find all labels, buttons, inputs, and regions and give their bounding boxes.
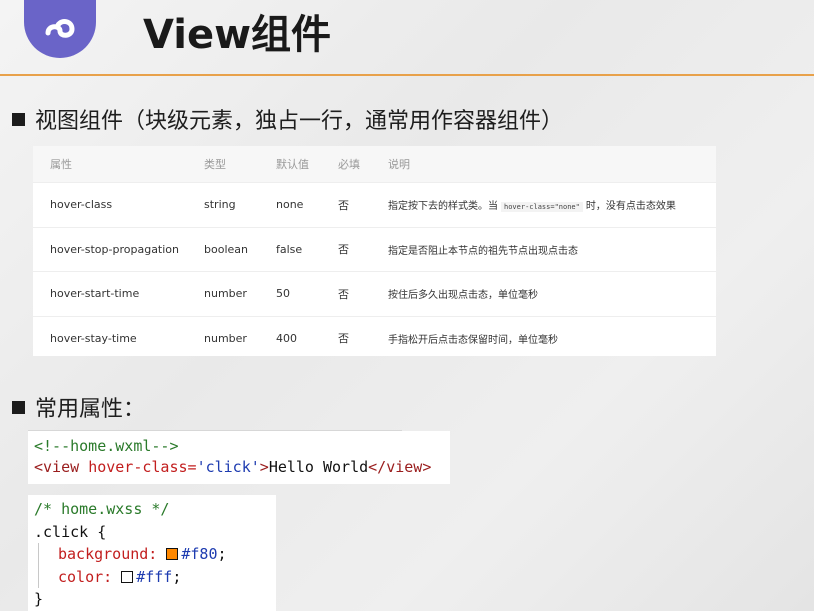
- cell-type: number: [204, 331, 247, 345]
- code-end-tag: </view>: [368, 458, 432, 476]
- cell-required: 否: [338, 243, 349, 257]
- code-open-tag: <view: [34, 458, 80, 476]
- cell-required: 否: [338, 287, 349, 301]
- cell-required: 否: [338, 198, 349, 212]
- cell-type: string: [204, 198, 236, 212]
- header-cell: 必填: [338, 158, 360, 171]
- table-row: hover-stop-propagation boolean false 否 指…: [33, 226, 716, 272]
- cell-desc-post: 时，没有点击态效果: [585, 201, 676, 213]
- table-row: hover-start-time number 50 否 按住后多久出现点击态，…: [33, 271, 716, 316]
- cell-name: hover-stop-propagation: [50, 242, 180, 256]
- cell-default: false: [276, 242, 303, 256]
- code-text: Hello World: [268, 458, 369, 476]
- code-line: color: #fff;: [38, 565, 276, 588]
- page-title: View组件: [143, 12, 332, 58]
- wxml-code-block: <!--home.wxml--> <view hover-class='clic…: [28, 431, 450, 484]
- cell-name: hover-class: [50, 198, 113, 212]
- cell-desc: 手指松开后点击态保留时间，单位毫秒: [388, 334, 558, 346]
- wxss-code-block: /* home.wxss */ .click { background: #f8…: [28, 495, 276, 611]
- header-cell: 属性: [50, 158, 72, 171]
- attribute-table: 属性 类型 默认值 必填 说明 hover-class string none …: [33, 146, 716, 356]
- section-heading-text: 常用属性：: [35, 397, 146, 422]
- code-attr: hover-class=: [88, 458, 197, 476]
- code-line: <!--home.wxml-->: [34, 436, 450, 457]
- code-property: background:: [58, 545, 158, 563]
- code-line: background: #f80;: [38, 543, 276, 566]
- table-row: hover-stay-time number 400 否 手指松开后点击态保留时…: [33, 315, 716, 361]
- code-comment: /* home.wxss */: [34, 500, 170, 518]
- cell-type: boolean: [204, 242, 248, 256]
- section-heading-text: 视图组件（块级元素，独占一行，通常用作容器组件）: [35, 109, 564, 134]
- cell-desc-code: hover-class="none": [501, 202, 583, 213]
- cell-default: none: [276, 198, 304, 212]
- color-swatch-orange-icon: [166, 548, 179, 560]
- code-line: /* home.wxss */: [34, 498, 276, 521]
- code-semicolon: ;: [217, 545, 227, 563]
- code-selector: .click {: [34, 522, 107, 541]
- mini-program-logo-icon: [24, 0, 96, 58]
- cell-type: number: [204, 287, 247, 301]
- code-line: <view hover-class='click'>Hello World</v…: [34, 457, 450, 478]
- section-heading-view: 视图组件（块级元素，独占一行，通常用作容器组件）: [12, 103, 563, 135]
- header-cell: 说明: [388, 158, 410, 171]
- bullet-square-icon: [12, 400, 25, 414]
- cell-name: hover-start-time: [50, 287, 140, 301]
- code-value: #f80: [181, 545, 218, 563]
- section-heading-attributes: 常用属性：: [12, 391, 145, 423]
- title-divider: [0, 74, 814, 76]
- table-header: 属性 类型 默认值 必填 说明: [33, 146, 716, 182]
- code-string: 'click': [196, 458, 260, 476]
- cell-name: hover-stay-time: [50, 331, 137, 345]
- cell-desc: 指定是否阻止本节点的祖先节点出现点击态: [388, 245, 578, 257]
- cell-required: 否: [338, 332, 349, 346]
- code-property: color:: [58, 567, 113, 586]
- cell-default: 50: [276, 287, 290, 301]
- header-cell: 类型: [204, 158, 226, 171]
- cell-desc: 指定按下去的样式类。当 hover-class="none" 时，没有点击态效果: [388, 197, 676, 213]
- code-comment: <!--home.wxml-->: [34, 437, 179, 455]
- cell-desc-pre: 指定按下去的样式类。当: [388, 201, 498, 213]
- code-close-brace: }: [34, 590, 44, 608]
- code-bracket: >: [259, 458, 269, 476]
- code-line: .click {: [34, 521, 276, 544]
- code-line: }: [34, 588, 276, 611]
- bullet-square-icon: [12, 112, 25, 126]
- color-swatch-white-icon: [121, 570, 134, 583]
- header-cell: 默认值: [276, 158, 309, 171]
- code-semicolon: ;: [172, 567, 182, 586]
- cell-default: 400: [276, 331, 297, 345]
- cell-desc: 按住后多久出现点击态，单位毫秒: [388, 290, 538, 302]
- code-value: #fff: [136, 567, 173, 586]
- table-row: hover-class string none 否 指定按下去的样式类。当 hov…: [33, 182, 716, 227]
